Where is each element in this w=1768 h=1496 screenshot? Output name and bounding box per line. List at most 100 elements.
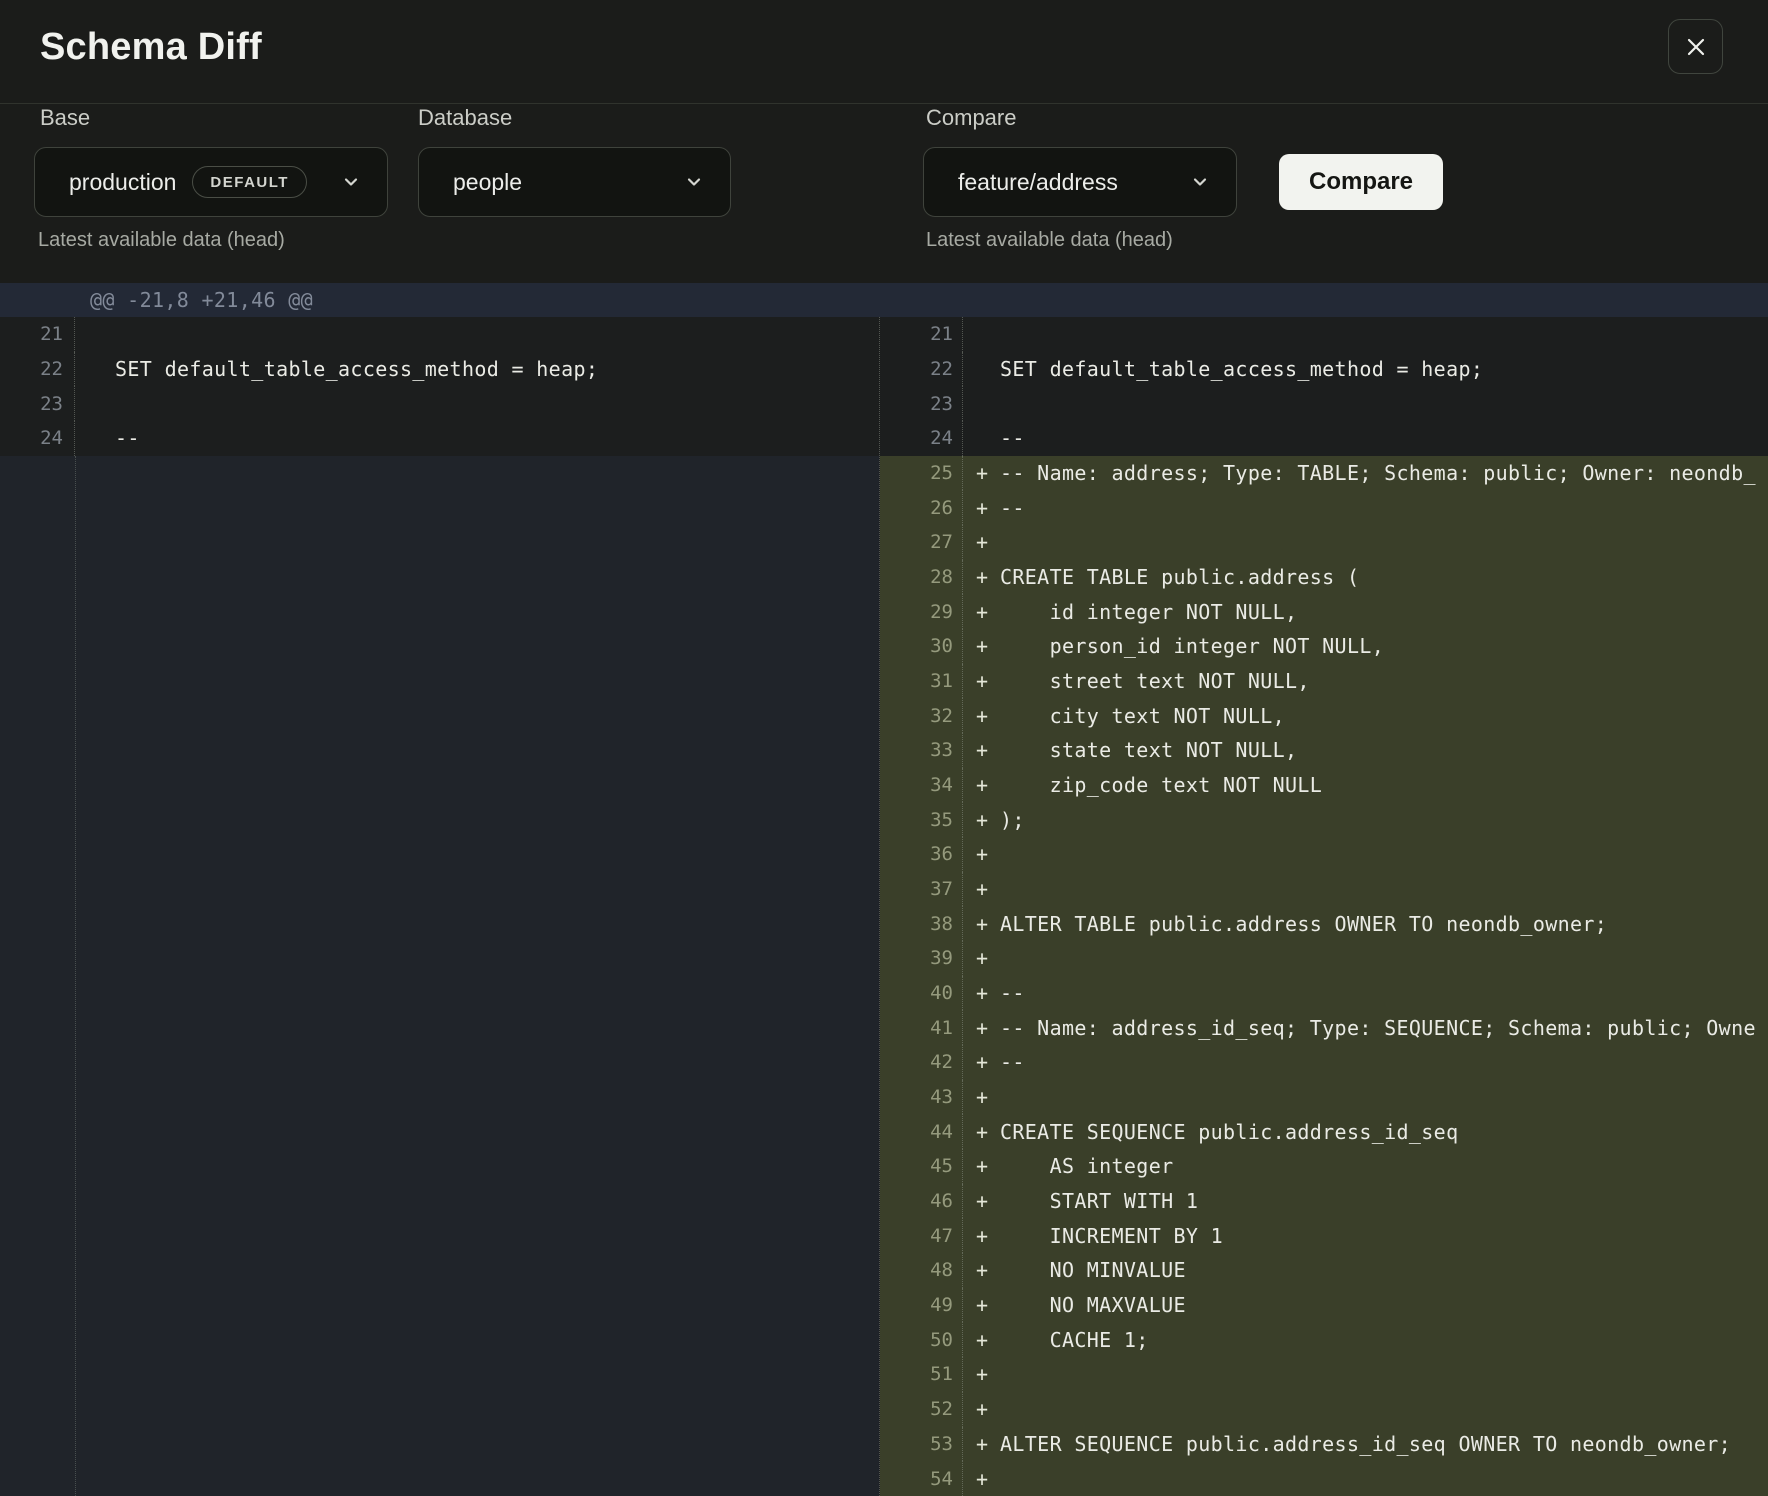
line-text: person_id integer NOT NULL, <box>1000 634 1384 658</box>
added-line-marker: + <box>963 1397 1000 1421</box>
compare-branch-select[interactable]: feature/address <box>923 147 1237 217</box>
diff-line: 50+ CACHE 1; <box>880 1322 1768 1357</box>
added-line-marker: + <box>963 1154 1000 1178</box>
diff-line: 49+ NO MAXVALUE <box>880 1288 1768 1323</box>
line-number: 22 <box>0 352 75 387</box>
added-line-marker: + <box>963 704 1000 728</box>
database-select[interactable]: people <box>418 147 731 217</box>
added-line-marker: + <box>963 565 1000 589</box>
line-number: 29 <box>880 594 963 629</box>
line-number: 34 <box>880 768 963 803</box>
diff-line: 42+-- <box>880 1045 1768 1080</box>
added-line-marker: + <box>963 877 1000 901</box>
chevron-down-icon <box>1190 172 1210 192</box>
line-number: 24 <box>0 421 75 456</box>
line-number: 31 <box>880 664 963 699</box>
compare-branch-value: feature/address <box>958 169 1118 196</box>
line-number: 33 <box>880 733 963 768</box>
line-number: 43 <box>880 1080 963 1115</box>
base-branch-value: production <box>69 169 176 196</box>
page-title: Schema Diff <box>40 25 262 69</box>
diff-line: 23 <box>880 386 1768 421</box>
line-number: 48 <box>880 1253 963 1288</box>
line-number: 39 <box>880 941 963 976</box>
line-text: CACHE 1; <box>1000 1328 1149 1352</box>
diff-line: 48+ NO MINVALUE <box>880 1253 1768 1288</box>
added-line-marker: + <box>963 634 1000 658</box>
diff-line: 21 <box>880 317 1768 352</box>
close-button[interactable] <box>1668 19 1723 74</box>
line-text: city text NOT NULL, <box>1000 704 1285 728</box>
line-number: 24 <box>880 421 963 456</box>
diff-line: 25+-- Name: address; Type: TABLE; Schema… <box>880 456 1768 491</box>
diff-line: 33+ state text NOT NULL, <box>880 733 1768 768</box>
added-line-marker: + <box>963 496 1000 520</box>
line-text: AS integer <box>1000 1154 1173 1178</box>
diff-line: 24 -- <box>880 421 1768 456</box>
default-badge: DEFAULT <box>192 166 307 198</box>
diff-line: 24-- <box>0 421 879 456</box>
line-number: 32 <box>880 698 963 733</box>
diff-line: 38+ALTER TABLE public.address OWNER TO n… <box>880 906 1768 941</box>
line-number: 53 <box>880 1427 963 1462</box>
line-text: -- <box>1000 1050 1025 1074</box>
line-text: CREATE TABLE public.address ( <box>1000 565 1359 589</box>
schema-diff-viewer: @@ -21,8 +21,46 @@ 2122SET default_table… <box>0 283 1768 1496</box>
diff-line: 26+-- <box>880 490 1768 525</box>
line-text: NO MINVALUE <box>1000 1258 1186 1282</box>
line-number: 52 <box>880 1392 963 1427</box>
compare-lines: 2122SET default_table_access_method = he… <box>880 317 1768 1496</box>
line-number: 28 <box>880 560 963 595</box>
diff-line: 37+ <box>880 872 1768 907</box>
line-text: id integer NOT NULL, <box>1000 600 1297 624</box>
line-text: SET default_table_access_method = heap; <box>115 357 598 381</box>
added-line-marker: + <box>963 773 1000 797</box>
diff-line: 27+ <box>880 525 1768 560</box>
added-line-marker: + <box>963 1189 1000 1213</box>
database-value: people <box>453 169 522 196</box>
line-number: 23 <box>880 386 963 421</box>
added-line-marker: + <box>963 842 1000 866</box>
diff-line: 51+ <box>880 1357 1768 1392</box>
diff-line: 22SET default_table_access_method = heap… <box>880 352 1768 387</box>
chevron-down-icon <box>341 172 361 192</box>
diff-line: 41+-- Name: address_id_seq; Type: SEQUEN… <box>880 1010 1768 1045</box>
added-line-marker: + <box>963 1050 1000 1074</box>
added-line-marker: + <box>963 912 1000 936</box>
line-text: -- <box>1000 426 1025 450</box>
line-text: street text NOT NULL, <box>1000 669 1310 693</box>
diff-line: 34+ zip_code text NOT NULL <box>880 768 1768 803</box>
line-number: 37 <box>880 872 963 907</box>
line-number: 21 <box>0 317 75 352</box>
line-number: 27 <box>880 525 963 560</box>
base-branch-select[interactable]: production DEFAULT <box>34 147 388 217</box>
line-text: CREATE SEQUENCE public.address_id_seq <box>1000 1120 1458 1144</box>
diff-line: 23 <box>0 386 879 421</box>
diff-line: 36+ <box>880 837 1768 872</box>
added-line-marker: + <box>963 1120 1000 1144</box>
added-line-marker: + <box>963 530 1000 554</box>
added-line-marker: + <box>963 1085 1000 1109</box>
line-text: START WITH 1 <box>1000 1189 1198 1213</box>
line-number: 23 <box>0 386 75 421</box>
line-number: 46 <box>880 1184 963 1219</box>
diff-line: 21 <box>0 317 879 352</box>
diff-line: 22 SET default_table_access_method = heap… <box>0 352 879 387</box>
line-text: zip_code text NOT NULL <box>1000 773 1322 797</box>
diff-panes: 2122SET default_table_access_method = he… <box>0 317 1768 1496</box>
header-divider <box>0 103 1768 104</box>
line-number: 54 <box>880 1461 963 1496</box>
added-line-marker: + <box>963 808 1000 832</box>
diff-line: 32+ city text NOT NULL, <box>880 698 1768 733</box>
diff-line: 46+ START WITH 1 <box>880 1184 1768 1219</box>
diff-line: 31+ street text NOT NULL, <box>880 664 1768 699</box>
added-line-marker: + <box>963 1328 1000 1352</box>
diff-pane-base: 2122 SET default_table_access_method = he… <box>0 317 880 1496</box>
diff-line: 52+ <box>880 1392 1768 1427</box>
compare-button[interactable]: Compare <box>1279 154 1443 210</box>
hunk-header: @@ -21,8 +21,46 @@ <box>0 283 1768 317</box>
line-text: ALTER SEQUENCE public.address_id_seq OWN… <box>1000 1432 1731 1456</box>
line-number: 30 <box>880 629 963 664</box>
diff-line: 28+CREATE TABLE public.address ( <box>880 560 1768 595</box>
added-line-marker: + <box>963 600 1000 624</box>
